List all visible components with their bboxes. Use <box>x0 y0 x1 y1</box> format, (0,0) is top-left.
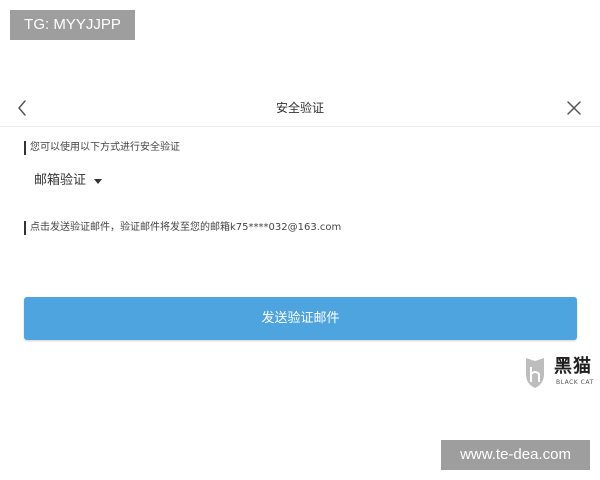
blackcat-watermark: 黑猫 BLACK CAT <box>523 356 600 392</box>
page-title: 安全验证 <box>275 101 324 115</box>
selected-method-value: 邮箱验证 <box>34 173 87 188</box>
verification-method-dropdown[interactable]: 邮箱验证 <box>34 170 103 192</box>
page-header: 安全验证 <box>0 90 600 127</box>
watermark-title: 黑猫 <box>554 356 592 377</box>
close-icon <box>567 101 581 115</box>
verification-notice: 点击发送验证邮件，验证邮件将发至您的邮箱k75****032@163.com <box>24 221 341 235</box>
tg-watermark-badge: TG: MYYJJPP <box>10 10 135 40</box>
caret-down-icon <box>94 179 103 184</box>
black-cat-logo-icon <box>526 358 544 388</box>
verification-methods-label: 您可以使用以下方式进行安全验证 <box>24 141 180 155</box>
close-button[interactable] <box>564 98 584 118</box>
url-watermark-badge: www.te-dea.com <box>441 440 590 470</box>
watermark-subtitle: BLACK CAT <box>556 379 594 386</box>
send-verification-email-button[interactable]: 发送验证邮件 <box>24 297 577 340</box>
